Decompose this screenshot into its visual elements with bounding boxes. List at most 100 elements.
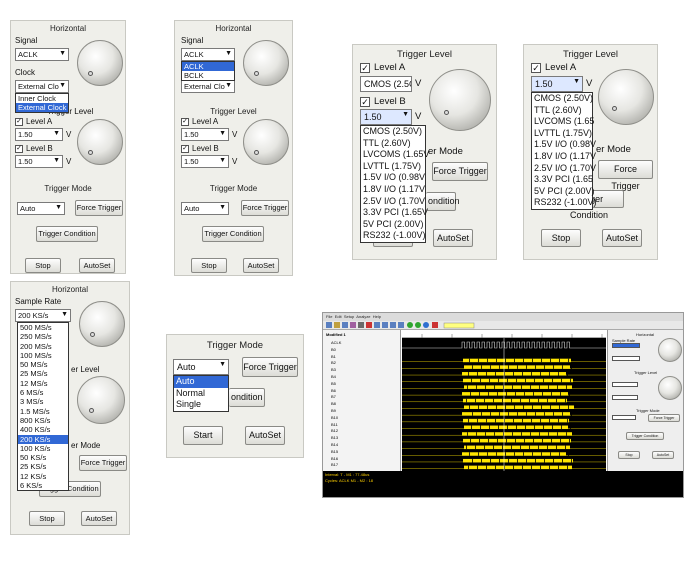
level-a-select[interactable]: 1.50 ▼ [181, 128, 229, 141]
rate-option[interactable]: 200 MS/s [20, 342, 66, 351]
level-b-checkbox[interactable]: ✓ [360, 97, 370, 107]
level-a-checkbox[interactable]: ✓ [531, 63, 541, 73]
rate-option-selected[interactable]: 200 KS/s [18, 434, 68, 444]
menu-setup[interactable]: Setup [344, 314, 354, 319]
rate-option[interactable]: 12 KS/s [20, 472, 66, 481]
clock-option-selected[interactable]: External Clock [16, 103, 68, 113]
trigger-condition-button[interactable]: Trigger Condition [36, 226, 98, 242]
channel-row[interactable]: B1 [331, 354, 336, 359]
level-option[interactable]: 2.5V I/O (1.70V [534, 163, 596, 175]
rate-option[interactable]: 12 MS/s [20, 379, 66, 388]
level-a-select[interactable]: 1.50 ▼ [15, 128, 63, 141]
channel-row[interactable]: B4 [331, 374, 336, 379]
side-autoset-button[interactable]: AutoSet [652, 451, 674, 459]
mode-option[interactable]: Single [176, 399, 226, 411]
level-option[interactable]: CMOS (2.50V) [363, 126, 423, 138]
level-option[interactable]: 1.5V I/O (0.98V [363, 172, 425, 184]
rate-option[interactable]: 25 MS/s [20, 369, 66, 378]
stop-button[interactable]: Stop [29, 511, 65, 526]
autoset-button[interactable]: AutoSet [433, 229, 473, 247]
force-trigger-button[interactable]: Force Trigger [432, 162, 488, 181]
level-option[interactable]: 3.3V PCI (1.65 [534, 174, 593, 186]
stop-button[interactable]: Stop [541, 229, 581, 247]
rate-option[interactable]: 3 MS/s [20, 397, 66, 406]
side-trigger-condition-button[interactable]: Trigger Condition [626, 432, 664, 440]
level-option[interactable]: 1.8V I/O (1.17V [363, 184, 425, 196]
trigger-level-knob[interactable] [77, 119, 123, 165]
force-trigger-button[interactable]: Force Trigger [79, 455, 127, 471]
level-b-checkbox[interactable]: ✓ [181, 145, 189, 153]
channel-row[interactable]: B10 [331, 415, 338, 420]
channel-row[interactable]: B15 [331, 449, 338, 454]
autoset-button[interactable]: AutoSet [245, 426, 285, 445]
channel-row[interactable]: B11 [331, 422, 338, 427]
side-mode-select[interactable] [612, 415, 636, 420]
channel-row[interactable]: B0 [331, 347, 336, 352]
rate-option[interactable]: 25 KS/s [20, 462, 66, 471]
side-level-b-select[interactable] [612, 395, 638, 400]
autoset-button[interactable]: AutoSet [602, 229, 642, 247]
signal-option-selected[interactable]: ACLK [182, 62, 234, 72]
rate-option[interactable]: 6 KS/s [20, 481, 66, 490]
rate-option[interactable]: 50 MS/s [20, 360, 66, 369]
level-option[interactable]: 1.5V I/O (0.98V [534, 139, 596, 151]
trigger-level-knob[interactable] [598, 69, 654, 125]
channel-row[interactable]: B7 [331, 394, 336, 399]
side-sample-rate-select[interactable] [612, 343, 640, 348]
autoset-button[interactable]: AutoSet [81, 511, 117, 526]
trigger-level-knob[interactable] [243, 119, 289, 165]
horizontal-knob[interactable] [79, 301, 125, 347]
level-option[interactable]: LVCOMS (1.65V [363, 149, 429, 161]
sample-rate-select[interactable]: 200 KS/s ▼ [15, 309, 71, 322]
level-option[interactable]: 2.5V I/O (1.70V [363, 196, 425, 208]
side-trigger-level-knob[interactable] [658, 376, 682, 400]
level-b-checkbox[interactable]: ✓ [15, 145, 23, 153]
force-trigger-button[interactable]: Force Trigger [241, 200, 289, 216]
menu-help[interactable]: Help [373, 314, 381, 319]
side-level-a-select[interactable] [612, 382, 638, 387]
channel-row[interactable]: B3 [331, 367, 336, 372]
signal-option[interactable]: BCLK [184, 71, 232, 80]
level-option[interactable]: 3.3V PCI (1.65V [363, 207, 428, 219]
stop-button[interactable]: Stop [25, 258, 61, 273]
trigger-condition-button[interactable]: ondition [229, 388, 265, 407]
clock-select[interactable]: External Clo ▼ [15, 80, 69, 93]
autoset-button[interactable]: AutoSet [243, 258, 279, 273]
rate-option[interactable]: 100 MS/s [20, 351, 66, 360]
rate-option[interactable]: 500 MS/s [20, 323, 66, 332]
level-a-select[interactable]: 1.50 ▼ [531, 76, 583, 92]
rate-option[interactable]: 6 MS/s [20, 388, 66, 397]
signal-select[interactable]: ACLK ▼ [15, 48, 69, 61]
level-option[interactable]: LVTTL (1.75V) [534, 128, 592, 140]
trigger-mode-select[interactable]: Auto ▼ [17, 202, 65, 215]
level-option[interactable]: 1.8V I/O (1.17V [534, 151, 596, 163]
channel-row[interactable]: B8 [331, 401, 336, 406]
rate-option[interactable]: 50 KS/s [20, 453, 66, 462]
level-option[interactable]: RS232 (-1.00V) [534, 197, 597, 209]
level-option[interactable]: CMOS (2.50V) [534, 93, 593, 105]
level-a-checkbox[interactable]: ✓ [15, 118, 23, 126]
start-button[interactable]: Start [183, 426, 223, 445]
channel-row[interactable]: ACLK [331, 340, 341, 345]
channel-row[interactable]: B5 [331, 381, 336, 386]
level-option[interactable]: LVCOMS (1.65 [534, 116, 594, 128]
level-a-select[interactable]: CMOS (2.5C [360, 76, 412, 92]
stop-button[interactable]: Stop [191, 258, 227, 273]
channel-row[interactable]: B9 [331, 408, 336, 413]
mode-option-selected[interactable]: Auto [174, 376, 228, 388]
mode-option[interactable]: Normal [176, 388, 226, 400]
side-horizontal-knob[interactable] [658, 338, 682, 362]
level-a-checkbox[interactable]: ✓ [181, 118, 189, 126]
channel-row[interactable]: B14 [331, 442, 338, 447]
channel-row[interactable]: B13 [331, 435, 338, 440]
signal-select[interactable]: ACLK ▼ [181, 48, 235, 61]
side-clock-select[interactable] [612, 356, 640, 361]
level-b-select[interactable]: 1.50 ▼ [15, 155, 63, 168]
force-trigger-button[interactable]: Force Trigger [598, 160, 653, 191]
rate-option[interactable]: 250 MS/s [20, 332, 66, 341]
level-option[interactable]: TTL (2.60V) [534, 105, 590, 117]
channel-row[interactable]: B2 [331, 360, 336, 365]
channel-row[interactable]: B17 [331, 462, 338, 467]
horizontal-knob[interactable] [243, 40, 289, 86]
channel-row[interactable]: B16 [331, 456, 338, 461]
